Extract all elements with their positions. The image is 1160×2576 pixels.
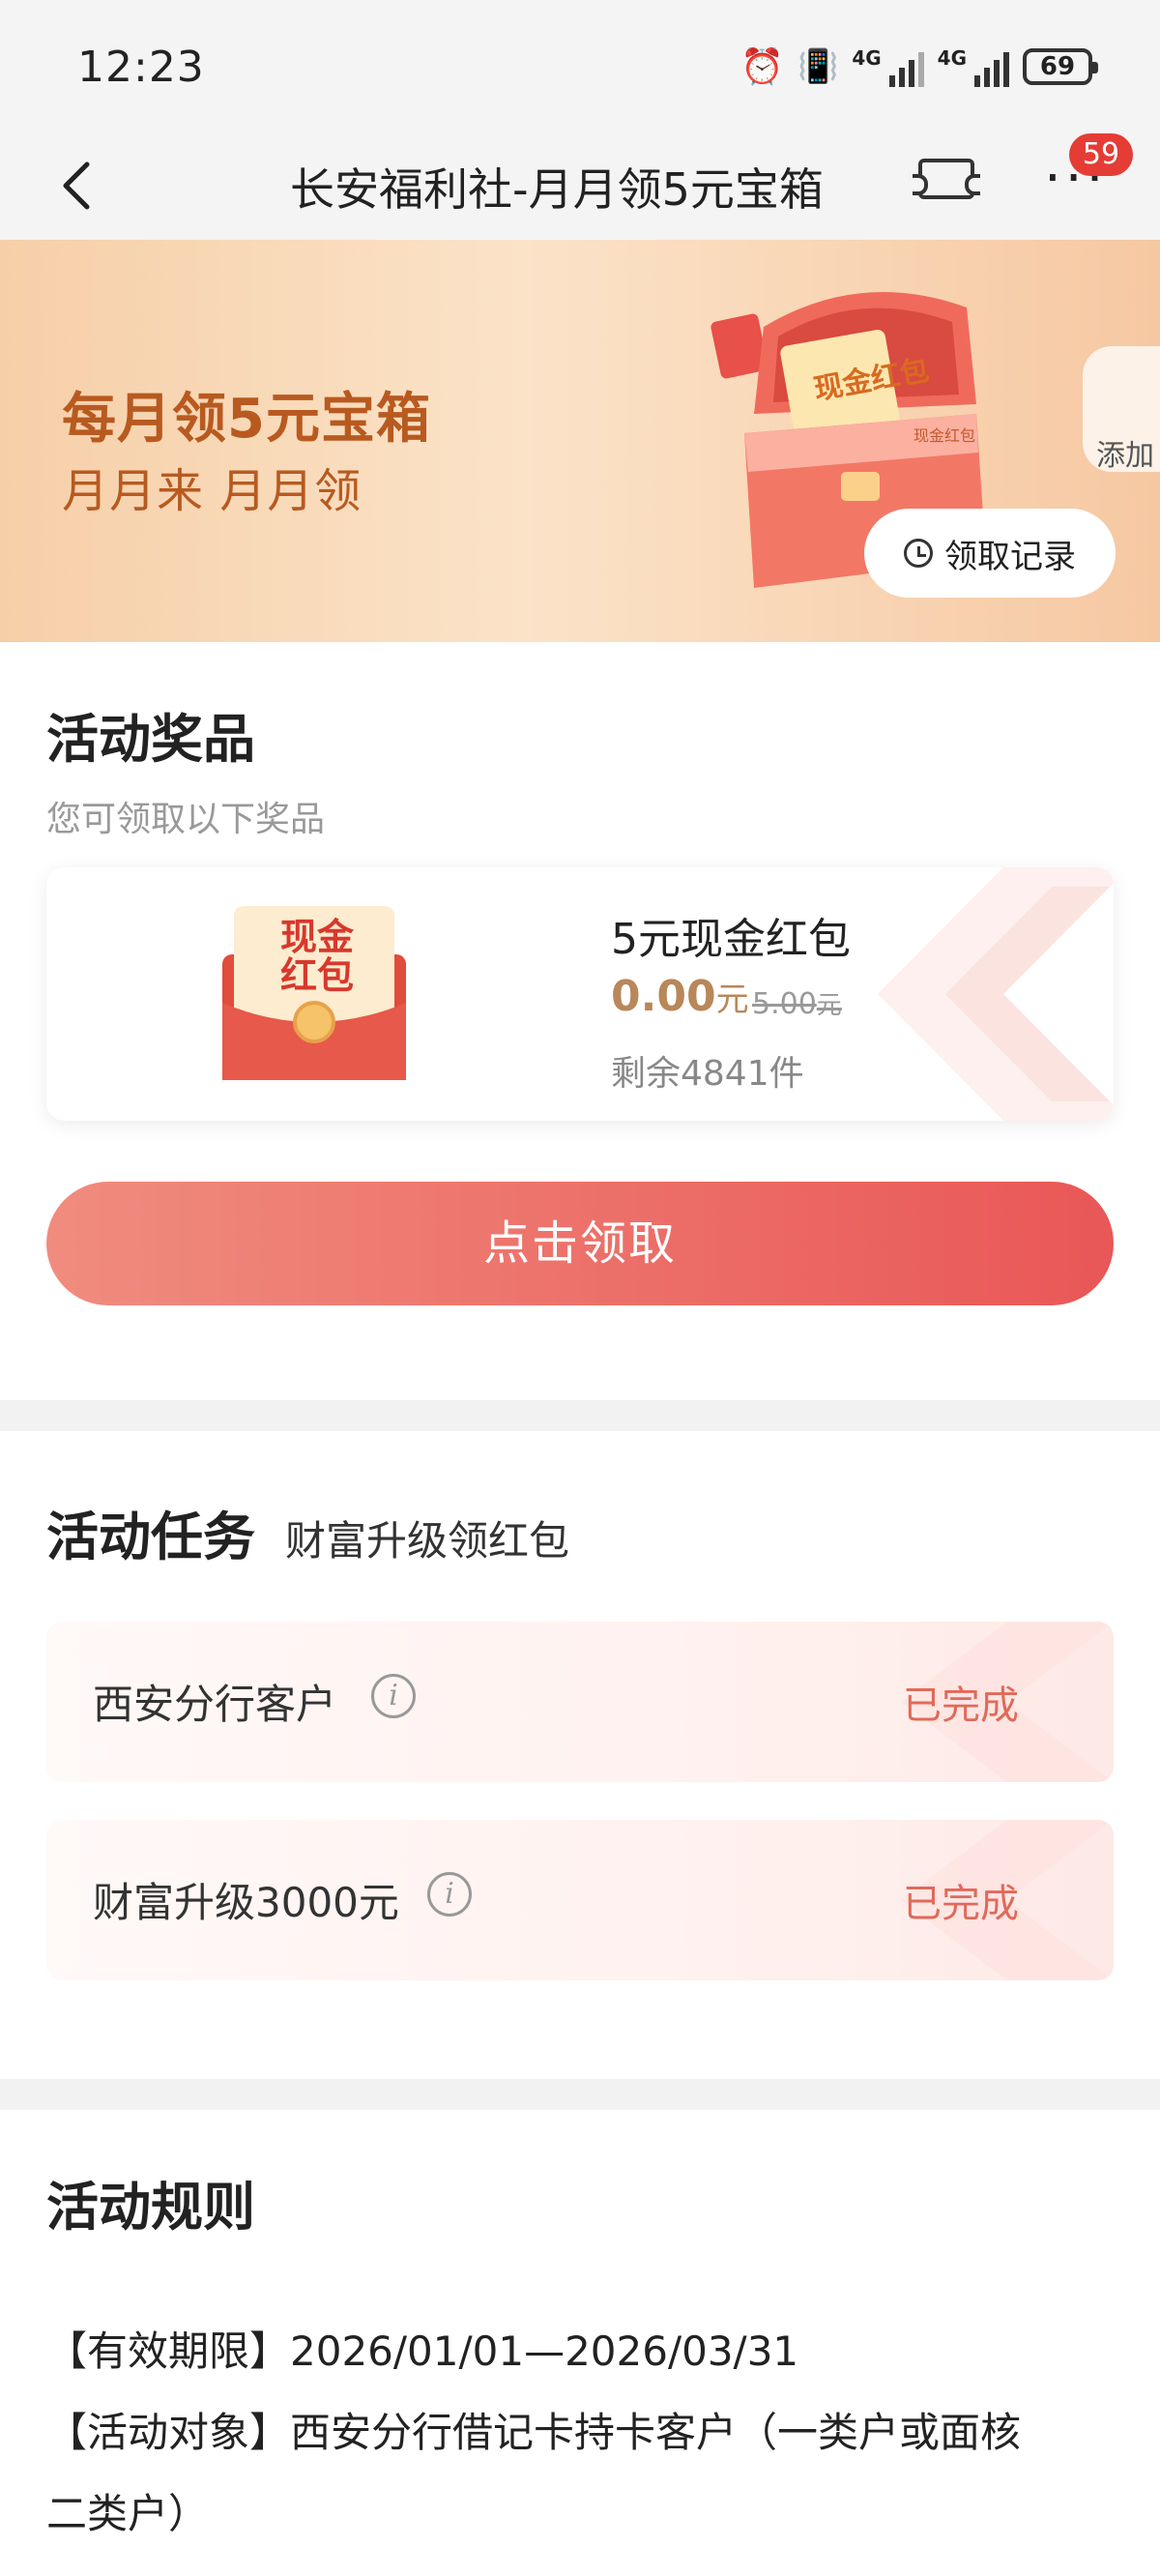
prize-price-unit: 元 — [715, 981, 749, 1019]
rule-audience-cont: 二类户） — [46, 2490, 210, 2537]
signal-icon-2: 4G — [938, 46, 1009, 87]
back-button[interactable] — [50, 157, 108, 215]
banner-subtitle: 月月来 月月领 — [62, 464, 362, 518]
chevron-left-icon — [63, 161, 90, 210]
task-status: 已完成 — [903, 1683, 1019, 1728]
records-button-label: 领取记录 — [944, 537, 1076, 576]
rule-audience: 【活动对象】西安分行借记卡持卡客户（一类户或面核 — [46, 2409, 1022, 2456]
tasks-subheading: 财富升级领红包 — [285, 1517, 570, 1565]
status-time: 12:23 — [77, 43, 205, 92]
prize-card[interactable]: 现金 红包 5元现金红包 0.00元 5.00元 剩余4841件 — [46, 867, 1114, 1121]
rule-validity: 【有效期限】2026/01/01—2026/03/31 — [46, 2327, 799, 2375]
task-name: 西安分行客户 — [93, 1681, 337, 1728]
prize-remaining: 剩余4841件 — [611, 1054, 804, 1094]
section-divider — [0, 1400, 1160, 1431]
notification-badge: 59 — [1069, 133, 1133, 176]
envelope-text: 现金 红包 — [279, 916, 354, 997]
info-icon[interactable]: i — [427, 1872, 472, 1917]
task-item[interactable]: 财富升级3000元 i 已完成 — [46, 1820, 1114, 1980]
prize-price: 0.00元 — [611, 972, 749, 1021]
task-name: 财富升级3000元 — [93, 1879, 399, 1926]
prize-original-price: 5.00元 — [752, 985, 842, 1021]
vibrate-icon: 📳 — [797, 47, 839, 86]
prizes-heading: 活动奖品 — [46, 709, 255, 770]
claim-button[interactable]: 点击领取 — [46, 1182, 1114, 1305]
task-status: 已完成 — [903, 1882, 1019, 1926]
add-shortcut-button[interactable]: 添加 — [1083, 346, 1160, 473]
prizes-subheading: 您可领取以下奖品 — [46, 800, 326, 839]
red-envelope-icon: 现金 红包 — [213, 896, 416, 1090]
hero-banner: 每月领5元宝箱 月月来 月月领 现金红包 现金红包 领取记录 添加 — [0, 240, 1160, 642]
prize-name: 5元现金红包 — [611, 915, 851, 964]
section-divider — [0, 2079, 1160, 2110]
banner-title: 每月领5元宝箱 — [62, 388, 431, 451]
battery-icon: 69 — [1023, 48, 1098, 85]
info-icon[interactable]: i — [371, 1674, 416, 1718]
ticket-icon[interactable] — [913, 159, 980, 199]
task-item[interactable]: 西安分行客户 i 已完成 — [46, 1622, 1114, 1782]
card-decoration — [878, 867, 1114, 1121]
prize-original-unit: 元 — [816, 991, 842, 1020]
status-icons: ⏰ 📳 4G 4G 69 — [740, 46, 1098, 87]
add-shortcut-label: 添加 — [1096, 439, 1154, 473]
alarm-icon: ⏰ — [740, 47, 784, 87]
prize-original-value: 5.00 — [752, 987, 817, 1021]
tasks-heading: 活动任务 — [46, 1507, 255, 1567]
history-clock-icon — [904, 539, 933, 568]
rules-heading: 活动规则 — [46, 2177, 255, 2238]
nav-bar: 长安福利社-月月领5元宝箱 ··· 59 — [0, 97, 1160, 240]
prize-price-value: 0.00 — [611, 972, 716, 1021]
signal-icon: 4G — [852, 46, 924, 87]
records-button[interactable]: 领取记录 — [864, 509, 1116, 598]
chest-side-text: 现金红包 — [914, 426, 975, 445]
page-title: 长安福利社-月月领5元宝箱 — [290, 163, 824, 216]
